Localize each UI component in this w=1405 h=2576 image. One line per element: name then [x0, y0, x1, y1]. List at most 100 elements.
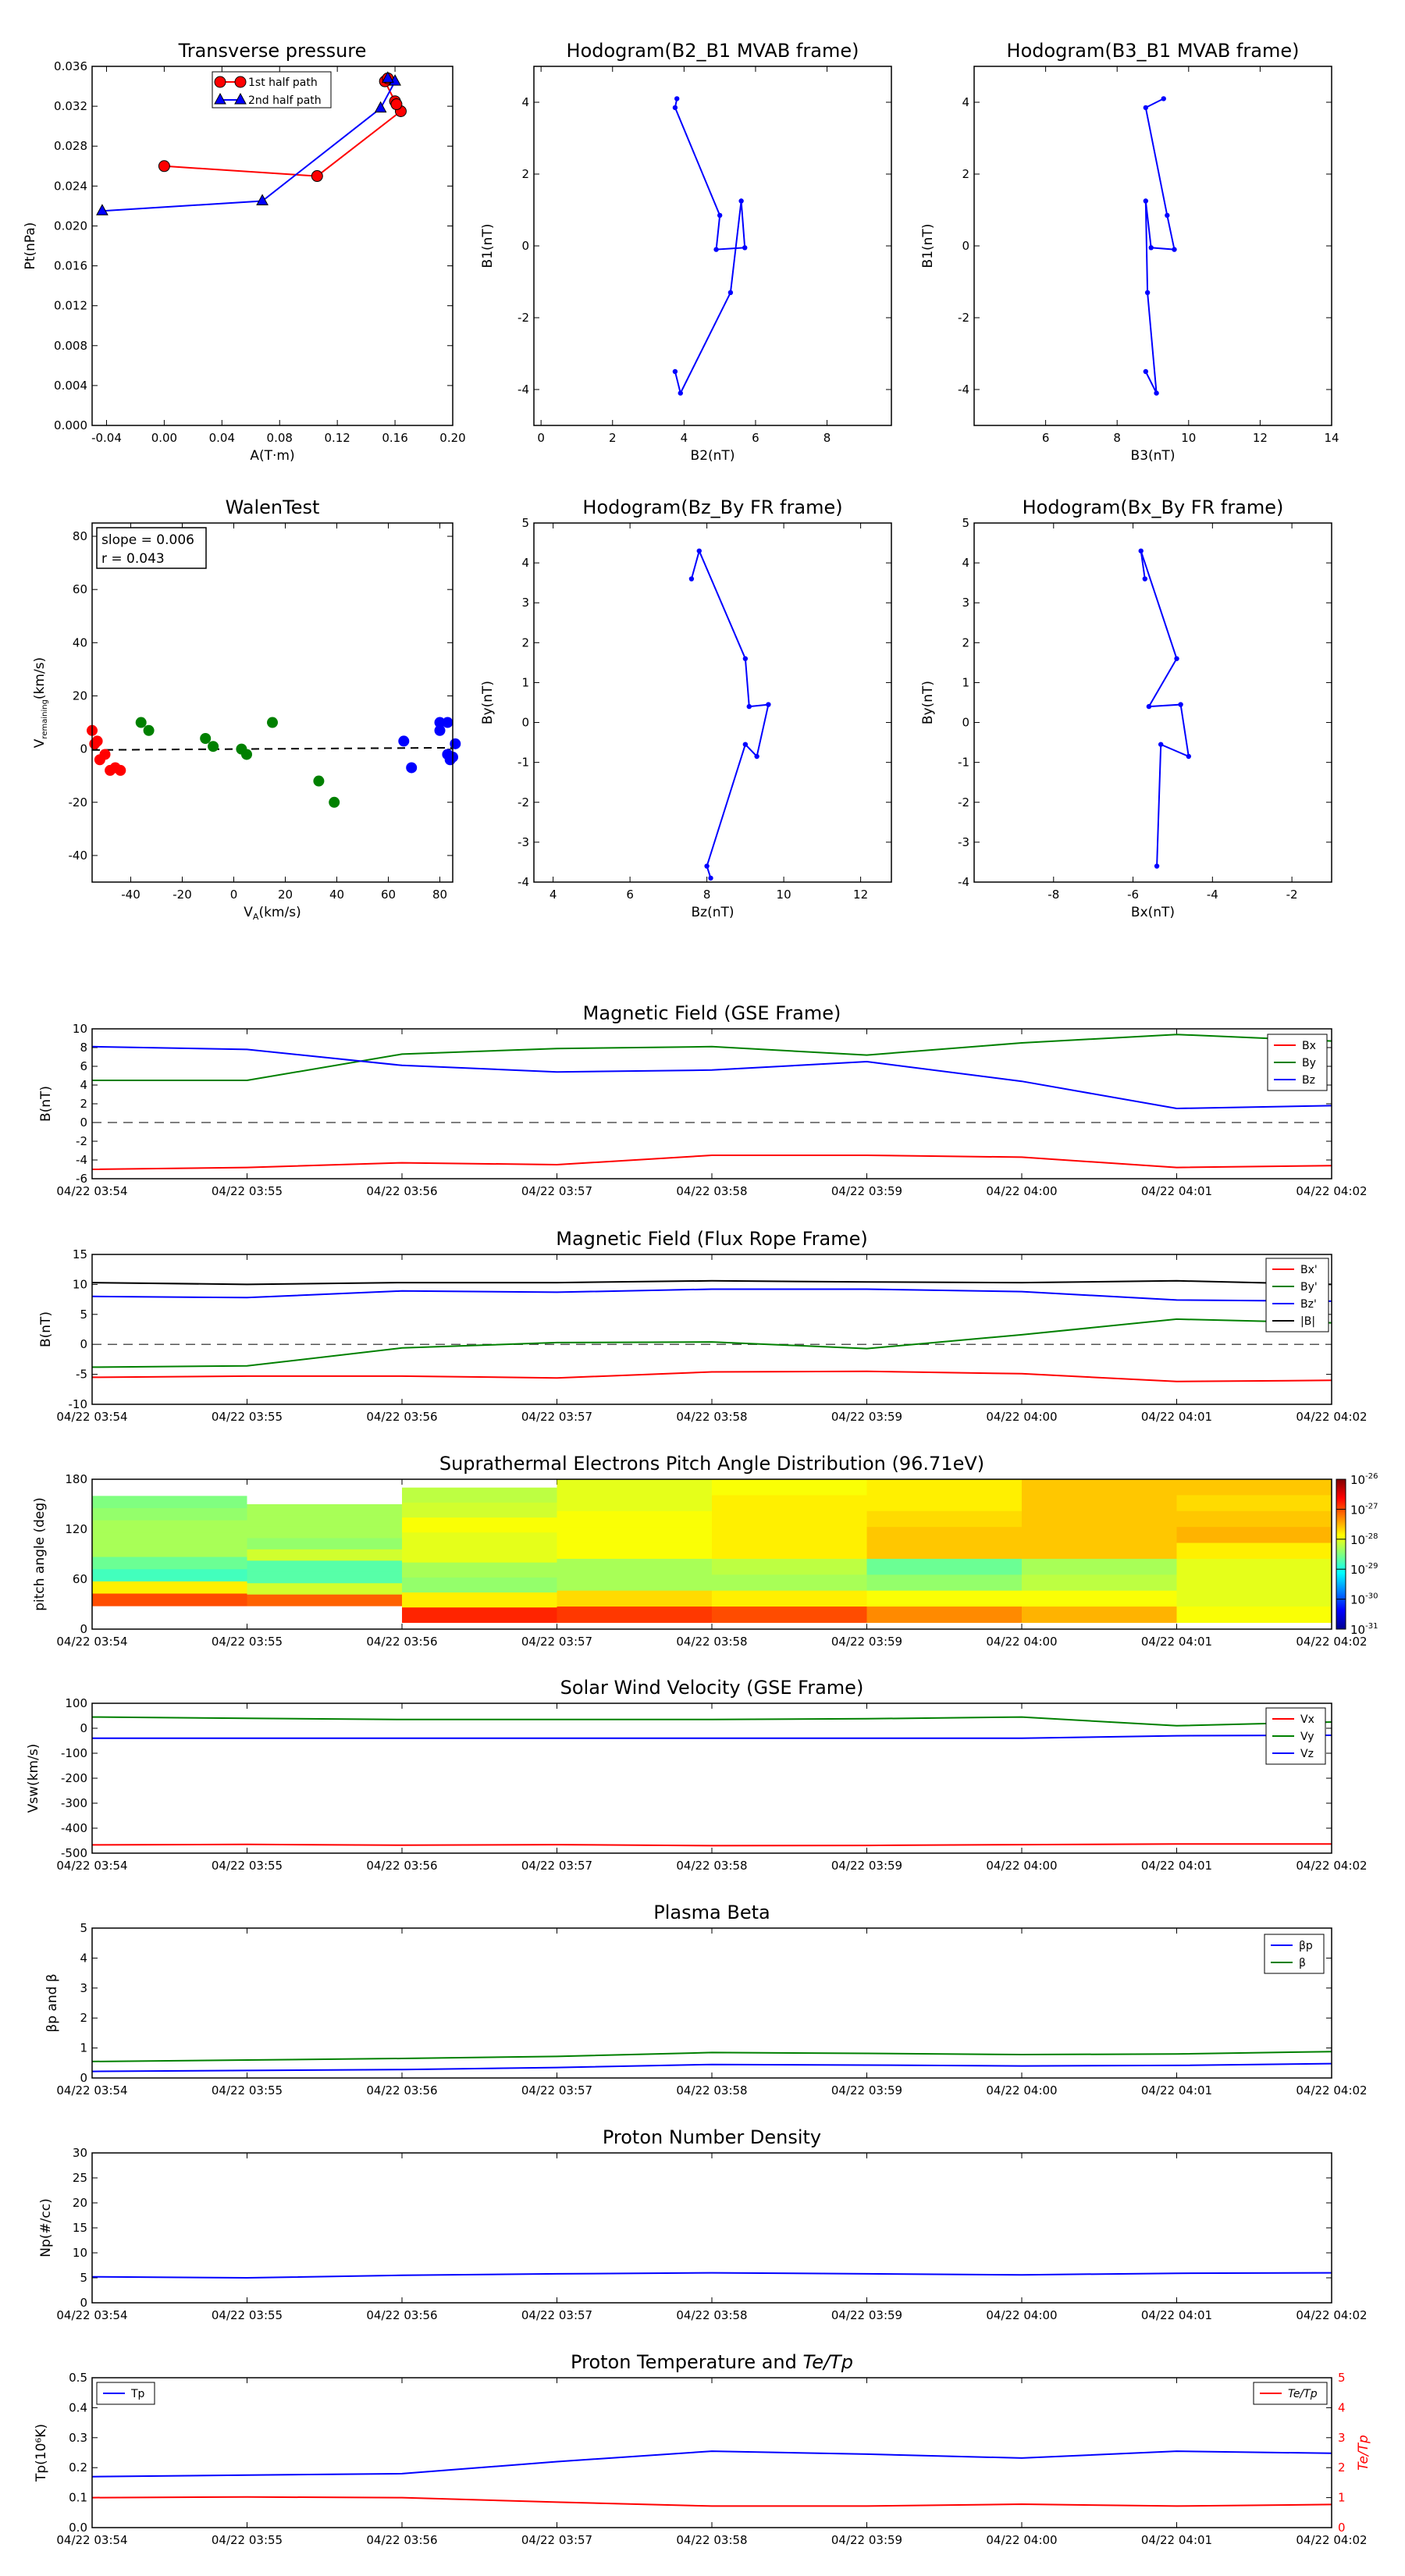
legend: Vx Vy Vz [1265, 1707, 1326, 1765]
heatmap-cell [402, 1502, 557, 1518]
x-tick-label: 04/22 03:56 [366, 1410, 437, 1424]
y-tick-label: 5 [80, 1308, 87, 1322]
data-point [672, 105, 678, 111]
series-line [92, 1034, 1332, 1081]
label-part: 10 [1350, 1593, 1365, 1607]
y-tick-label: 0.032 [54, 99, 87, 113]
x-tick-label: -6 [1127, 888, 1139, 902]
x-tick-label: 04/22 04:00 [986, 1184, 1057, 1198]
data-point [678, 390, 683, 396]
x-tick-label: 20 [278, 888, 293, 902]
x-tick-label: 04/22 03:59 [831, 1410, 902, 1424]
data-point [704, 863, 710, 869]
heatmap-cell [1176, 1558, 1332, 1575]
y-tick-label: -4 [76, 1153, 87, 1167]
y-tick-label: 10 [73, 1022, 87, 1036]
x-axis-label: B2(nT) [691, 448, 735, 464]
data-point [1154, 390, 1159, 396]
data-point [738, 198, 744, 204]
data-point [374, 101, 387, 113]
data-point [1138, 548, 1144, 553]
x-tick-label: 04/22 04:01 [1141, 1410, 1212, 1424]
label-part: 10 [1350, 1473, 1365, 1487]
y-tick-label: 4 [80, 1078, 87, 1092]
legend-label: Vx [1300, 1713, 1314, 1726]
x-tick-label: 04/22 03:56 [366, 1184, 437, 1198]
data-point [766, 702, 771, 707]
data-point [442, 717, 454, 728]
y-tick-label: 120 [65, 1522, 87, 1536]
y-tick-label: 0 [80, 1337, 87, 1351]
heatmap-cell [866, 1542, 1022, 1560]
y-axis-label: Vsw(km/s) [26, 1744, 41, 1813]
heatmap-cell [92, 1581, 247, 1594]
plot-frame [533, 522, 892, 883]
data-point [1148, 245, 1154, 251]
panel-bfr: Magnetic Field (Flux Rope Frame)-10-5051… [38, 1228, 1368, 1424]
x-tick-label: 04/22 04:01 [1141, 2308, 1212, 2322]
data-point [256, 194, 269, 205]
label-part: 10 [1350, 1563, 1365, 1577]
x-tick-label: 04/22 03:57 [521, 2533, 592, 2547]
heatmap-cell [402, 1547, 557, 1564]
x-tick-label: 04/22 03:54 [56, 1410, 127, 1424]
x-tick-label: 4 [681, 431, 688, 445]
series-line [91, 2062, 1332, 2073]
heatmap-cell [1022, 1495, 1177, 1512]
x-axis-label: Bz(nT) [691, 905, 734, 920]
y-tick-label: -2 [958, 311, 969, 325]
label-part: remaining [41, 699, 49, 739]
x-tick-label: -2 [1286, 888, 1298, 902]
y-tick-label: -1 [958, 756, 969, 770]
plot-frame [91, 522, 454, 883]
y-axis-label: B(nT) [38, 1086, 54, 1122]
x-tick-label: 0.04 [209, 431, 235, 445]
x-tick-label: 04/22 03:59 [831, 1859, 902, 1873]
x-tick-label: -0.04 [91, 431, 122, 445]
y-tick-label: 3 [962, 596, 969, 610]
data-point [1143, 105, 1149, 111]
legend-label: By [1302, 1057, 1316, 1069]
data-point [143, 724, 155, 736]
x-tick-label: 04/22 03:57 [521, 2083, 592, 2097]
x-tick-label: 04/22 03:55 [212, 1635, 283, 1649]
y-axis-label: B(nT) [38, 1311, 54, 1347]
colorbar-bar [1336, 1478, 1346, 1630]
heatmap-cell [92, 1496, 247, 1509]
data-point [727, 290, 734, 295]
y-axis-label: B1(nT) [920, 224, 936, 269]
y-tick-label: 20 [73, 688, 87, 703]
y-tick-label: 1 [80, 2041, 87, 2055]
panel-transverse: Transverse pressure -0.04 0.00 0.04 0.08 0.12… [23, 40, 466, 464]
data-point [1146, 703, 1152, 710]
heatmap-cell [1176, 1527, 1332, 1544]
x-tick-label: 04/22 04:02 [1296, 2083, 1367, 2097]
panel-title: WalenTest [226, 496, 320, 518]
annotation: slope = 0.006 r = 0.043 [96, 527, 207, 569]
panel-hodo3: Hodogram(Bz_By FR frame)4 6 8 10 12-4-3-2-10… [480, 496, 892, 920]
y-right-tick-label: 3 [1338, 2431, 1346, 2445]
panel-title: Hodogram(B3_B1 MVAB frame) [1007, 40, 1300, 62]
legend-label: βp [1299, 1940, 1313, 1952]
legend-label: β [1299, 1957, 1306, 1969]
series-line [91, 1318, 1332, 1368]
label-part: 10 [1350, 1503, 1365, 1517]
data-point [746, 703, 752, 710]
x-tick-label: 04/22 03:58 [676, 1184, 747, 1198]
data-point [398, 735, 410, 747]
y-tick-label: 4 [80, 1951, 87, 1965]
y-tick-label: 2 [80, 1097, 87, 1111]
x-tick-label: 04/22 03:58 [676, 2308, 747, 2322]
y-tick-label: -40 [69, 849, 88, 863]
y-tick-label: -300 [61, 1796, 87, 1810]
data-point [696, 548, 702, 553]
y-tick-label: 2 [521, 635, 529, 649]
heatmap-cell [712, 1590, 867, 1607]
data-point [115, 764, 126, 776]
heatmap-cell [557, 1558, 712, 1575]
x-tick-label: 0.08 [267, 431, 293, 445]
heatmap-cell [712, 1479, 867, 1496]
y-tick-label: 0 [80, 1721, 87, 1735]
y-tick-label: -400 [61, 1821, 87, 1835]
x-tick-label: 12 [853, 888, 868, 902]
